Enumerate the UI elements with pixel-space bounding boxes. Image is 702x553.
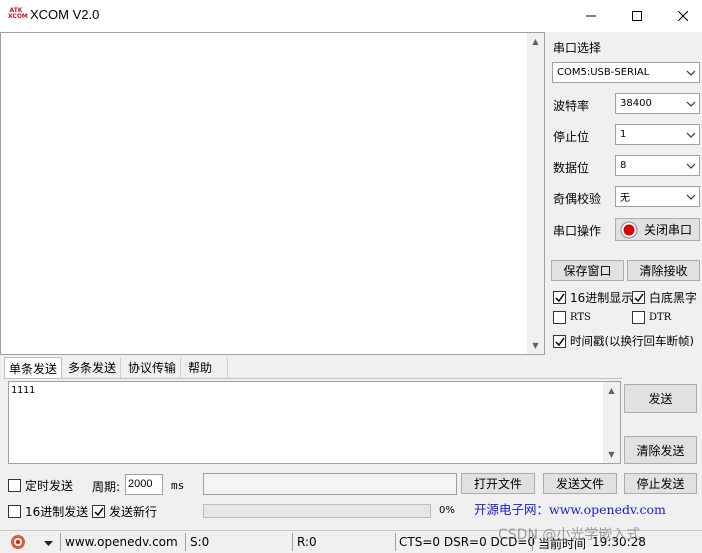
title-bar[interactable]: ATK XCOM XCOM V2.0 bbox=[0, 0, 702, 32]
data-bits-select[interactable]: 8 bbox=[615, 155, 700, 176]
parity-select[interactable]: 无 bbox=[615, 186, 700, 207]
close-icon bbox=[678, 11, 688, 21]
hex-display-label: 16进制显示 bbox=[570, 291, 634, 305]
minimize-button[interactable] bbox=[568, 0, 614, 32]
checkbox-checked-icon bbox=[553, 291, 566, 304]
scroll-up-icon[interactable]: ▲ bbox=[603, 382, 620, 399]
xcom-logo-icon: ATK XCOM bbox=[8, 7, 28, 20]
stop-bits-select[interactable]: 1 bbox=[615, 124, 700, 145]
parity-label: 奇偶校验 bbox=[553, 192, 602, 206]
save-window-button[interactable]: 保存窗口 bbox=[551, 260, 624, 281]
scroll-down-icon[interactable]: ▼ bbox=[527, 337, 544, 354]
progress-percent: 0% bbox=[439, 505, 455, 516]
chevron-down-icon bbox=[683, 63, 699, 82]
clear-receive-button[interactable]: 清除接收 bbox=[627, 260, 700, 281]
hex-display-checkbox[interactable]: 16进制显示 bbox=[553, 289, 633, 306]
chevron-down-icon bbox=[683, 125, 699, 144]
close-button[interactable] bbox=[660, 0, 702, 32]
send-progress-bar bbox=[203, 504, 431, 518]
white-bg-label: 白底黑字 bbox=[649, 291, 698, 305]
rts-label: RTS bbox=[570, 312, 591, 323]
led-icon bbox=[620, 221, 638, 238]
chevron-down-icon bbox=[683, 187, 699, 206]
status-divider bbox=[60, 533, 61, 551]
maximize-icon bbox=[632, 11, 642, 21]
receive-scrollbar[interactable]: ▲ ▼ bbox=[527, 33, 544, 354]
clear-send-button[interactable]: 清除发送 bbox=[624, 436, 697, 464]
port-operation-label: 串口操作 bbox=[553, 224, 602, 238]
send-scrollbar[interactable]: ▲ ▼ bbox=[603, 382, 620, 463]
send-textarea[interactable]: 1111 ▲ ▼ bbox=[8, 381, 621, 464]
timestamp-label: 时间戳(以换行回车断帧) bbox=[570, 334, 694, 348]
parity-value: 无 bbox=[620, 193, 630, 204]
dtr-label: DTR bbox=[649, 312, 672, 323]
baud-value: 38400 bbox=[620, 98, 652, 109]
stop-send-button[interactable]: 停止发送 bbox=[624, 473, 697, 494]
baud-label: 波特率 bbox=[553, 99, 590, 113]
status-received-count: R:0 bbox=[297, 535, 317, 549]
promo-link[interactable]: 开源电子网：www.openedv.com bbox=[474, 499, 666, 518]
stop-bits-label: 停止位 bbox=[553, 130, 590, 144]
chevron-down-icon bbox=[683, 156, 699, 175]
send-newline-checkbox[interactable]: 发送新行 bbox=[92, 503, 157, 520]
baud-select[interactable]: 38400 bbox=[615, 93, 700, 114]
open-file-button[interactable]: 打开文件 bbox=[461, 473, 535, 494]
close-port-button[interactable]: 关闭串口 bbox=[615, 218, 700, 241]
period-unit: ms bbox=[171, 479, 185, 492]
send-newline-label: 发送新行 bbox=[109, 505, 158, 519]
port-label: 串口选择 bbox=[553, 41, 602, 55]
checkbox-unchecked-icon bbox=[8, 505, 21, 518]
checkbox-unchecked-icon bbox=[632, 311, 645, 324]
period-input[interactable]: 2000 bbox=[125, 474, 163, 495]
close-port-label: 关闭串口 bbox=[644, 223, 693, 237]
tab-protocol[interactable]: 协议传输 bbox=[124, 357, 182, 378]
tab-divider bbox=[4, 378, 622, 379]
data-bits-label: 数据位 bbox=[553, 161, 590, 175]
tab-single-send[interactable]: 单条发送 bbox=[4, 357, 63, 378]
maximize-button[interactable] bbox=[614, 0, 660, 32]
minimize-icon bbox=[586, 15, 596, 17]
checkbox-checked-icon bbox=[632, 291, 645, 304]
scroll-up-icon[interactable]: ▲ bbox=[527, 33, 544, 50]
settings-gear-icon[interactable] bbox=[10, 534, 26, 553]
data-bits-value: 8 bbox=[620, 160, 627, 171]
port-value: COM5:USB-SERIAL bbox=[557, 67, 650, 78]
file-path-input[interactable] bbox=[203, 473, 457, 495]
checkbox-unchecked-icon bbox=[553, 311, 566, 324]
rts-checkbox[interactable]: RTS bbox=[553, 311, 591, 324]
scroll-down-icon[interactable]: ▼ bbox=[603, 446, 620, 463]
caret-down-icon[interactable] bbox=[44, 536, 53, 550]
period-label: 周期: bbox=[92, 480, 121, 494]
send-file-button[interactable]: 发送文件 bbox=[543, 473, 617, 494]
status-sent-count: S:0 bbox=[190, 535, 210, 549]
stop-bits-value: 1 bbox=[620, 129, 627, 140]
chevron-down-icon bbox=[683, 94, 699, 113]
send-button[interactable]: 发送 bbox=[624, 384, 697, 413]
dtr-checkbox[interactable]: DTR bbox=[632, 311, 671, 324]
status-divider bbox=[292, 533, 293, 551]
window-title: XCOM V2.0 bbox=[30, 7, 100, 22]
tab-help[interactable]: 帮助 bbox=[184, 357, 228, 378]
checkbox-checked-icon bbox=[553, 334, 566, 348]
receive-textarea[interactable]: ▲ ▼ bbox=[0, 32, 545, 355]
status-divider bbox=[185, 533, 186, 551]
hex-send-label: 16进制发送 bbox=[25, 505, 89, 519]
hex-send-checkbox[interactable]: 16进制发送 bbox=[8, 503, 88, 520]
send-text: 1111 bbox=[11, 385, 36, 396]
white-bg-checkbox[interactable]: 白底黑字 bbox=[632, 289, 697, 306]
port-select[interactable]: COM5:USB-SERIAL bbox=[552, 62, 700, 83]
watermark: CSDN @小光学嵌入式 bbox=[498, 527, 641, 543]
timed-send-checkbox[interactable]: 定时发送 bbox=[8, 477, 73, 494]
timed-send-label: 定时发送 bbox=[25, 479, 74, 493]
status-url[interactable]: www.openedv.com bbox=[65, 535, 178, 549]
tab-multi-send[interactable]: 多条发送 bbox=[64, 357, 122, 378]
status-divider bbox=[395, 533, 396, 551]
checkbox-checked-icon bbox=[92, 505, 105, 518]
timestamp-checkbox[interactable]: 时间戳(以换行回车断帧) bbox=[553, 333, 694, 349]
checkbox-unchecked-icon bbox=[8, 479, 21, 492]
